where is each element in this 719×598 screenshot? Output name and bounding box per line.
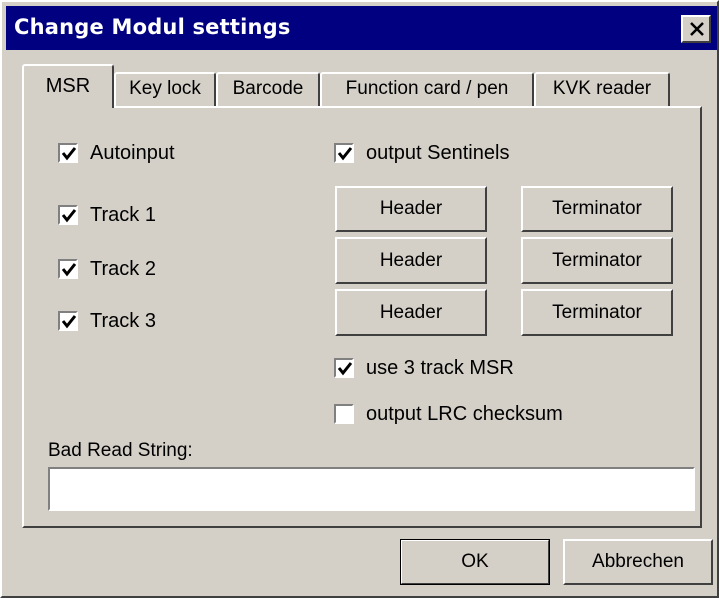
bad-read-string-label: Bad Read String: [48, 440, 193, 461]
track1-label: Track 1 [90, 204, 156, 226]
use-3-track-label: use 3 track MSR [366, 357, 514, 379]
track3-label: Track 3 [90, 310, 156, 332]
output-lrc-label: output LRC checksum [366, 403, 563, 425]
dialog-window: Change Modul settings MSR Key lock Barco… [0, 0, 719, 598]
track3-terminator-button[interactable]: Terminator [521, 289, 673, 336]
track2-header-button[interactable]: Header [335, 237, 487, 284]
checkmark-icon [337, 147, 353, 161]
bad-read-string-input[interactable] [48, 467, 695, 511]
track1-terminator-button[interactable]: Terminator [521, 186, 673, 232]
tab-key-lock[interactable]: Key lock [114, 72, 216, 106]
checkbox-box[interactable] [334, 143, 354, 163]
tab-kvk-reader[interactable]: KVK reader [534, 72, 670, 106]
title-bar[interactable]: Change Modul settings [6, 6, 717, 50]
checkmark-icon [61, 315, 77, 329]
ok-button[interactable]: OK [400, 539, 550, 585]
track1-header-button[interactable]: Header [335, 186, 487, 232]
checkmark-icon [61, 263, 77, 277]
tab-function-card-pen[interactable]: Function card / pen [320, 72, 534, 106]
checkbox-box[interactable] [58, 311, 78, 331]
checkmark-icon [61, 209, 77, 223]
close-icon [690, 22, 704, 36]
track2-label: Track 2 [90, 258, 156, 280]
tab-msr[interactable]: MSR [22, 64, 114, 108]
window-title: Change Modul settings [14, 15, 291, 39]
checkbox-box[interactable] [58, 205, 78, 225]
checkbox-box[interactable] [334, 358, 354, 378]
cancel-button[interactable]: Abbrechen [563, 539, 713, 585]
checkbox-box[interactable] [58, 143, 78, 163]
checkmark-icon [61, 147, 77, 161]
checkbox-box[interactable] [58, 259, 78, 279]
tab-barcode[interactable]: Barcode [216, 72, 320, 106]
close-button[interactable] [681, 15, 711, 43]
track2-terminator-button[interactable]: Terminator [521, 237, 673, 284]
checkbox-box[interactable] [334, 404, 354, 424]
output-sentinels-label: output Sentinels [366, 142, 510, 164]
checkmark-icon [337, 362, 353, 376]
track3-header-button[interactable]: Header [335, 289, 487, 336]
autoinput-label: Autoinput [90, 142, 175, 164]
